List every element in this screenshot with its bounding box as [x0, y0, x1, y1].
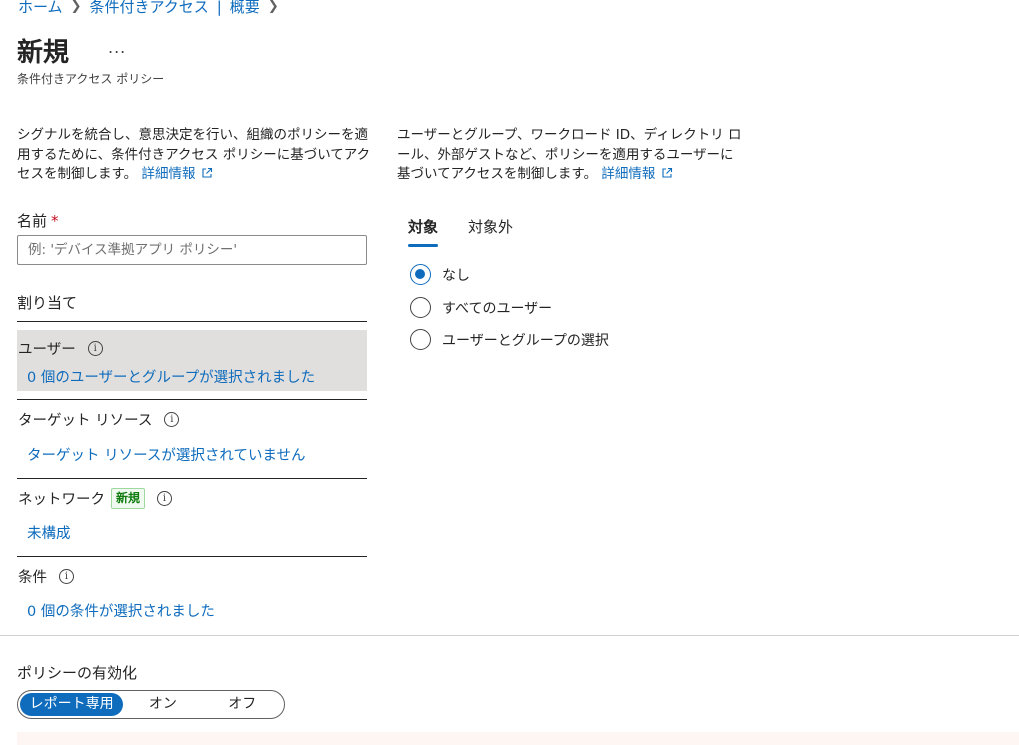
- breadcrumb-pipe: |: [216, 0, 222, 16]
- users-section-header: ユーザー i: [18, 338, 103, 359]
- tab-include[interactable]: 対象: [408, 216, 439, 247]
- external-link-icon[interactable]: [201, 167, 213, 179]
- more-options-icon[interactable]: ...: [108, 38, 126, 57]
- name-label: 名前 *: [17, 210, 59, 231]
- assignments-heading: 割り当て: [17, 294, 78, 312]
- users-description: ユーザーとグループ、ワークロード ID、ディレクトリ ロール、外部ゲストなど、ポ…: [397, 126, 747, 185]
- learn-more-link[interactable]: 詳細情報: [141, 166, 195, 182]
- toggle-report-only[interactable]: レポート専用: [20, 693, 124, 716]
- divider: [17, 556, 367, 557]
- target-resources-section[interactable]: ターゲット リソース i ターゲット リソースが選択されていません: [17, 401, 367, 471]
- network-header: ネットワーク 新規 i: [18, 488, 173, 509]
- conditions-header: 条件 i: [18, 566, 74, 587]
- policy-description: シグナルを統合し、意思決定を行い、組織のポリシーを適用するために、条件付きアクセ…: [17, 126, 372, 185]
- external-link-icon[interactable]: [661, 167, 673, 179]
- network-summary-link[interactable]: 未構成: [27, 522, 71, 543]
- radio-label: ユーザーとグループの選択: [442, 332, 609, 349]
- target-resources-summary-link[interactable]: ターゲット リソースが選択されていません: [27, 444, 306, 465]
- conditions-section[interactable]: 条件 i 0 個の条件が選択されました: [17, 558, 367, 628]
- users-learn-more-link[interactable]: 詳細情報: [601, 166, 655, 182]
- info-icon[interactable]: i: [59, 569, 74, 584]
- radio-label: なし: [442, 267, 470, 284]
- info-icon[interactable]: i: [164, 412, 180, 427]
- name-label-text: 名前: [17, 212, 48, 230]
- divider: [17, 321, 367, 322]
- network-section[interactable]: ネットワーク 新規 i 未構成: [17, 480, 367, 550]
- radio-option-select-users[interactable]: ユーザーとグループの選択: [410, 329, 609, 350]
- tab-exclude[interactable]: 対象外: [468, 216, 513, 247]
- target-resources-header: ターゲット リソース i: [18, 409, 180, 430]
- target-resources-label: ターゲット リソース: [18, 413, 153, 429]
- breadcrumb-home[interactable]: ホーム: [18, 0, 63, 17]
- conditions-summary-link[interactable]: 0 個の条件が選択されました: [27, 600, 215, 621]
- new-badge: 新規: [111, 488, 146, 509]
- policy-name-input[interactable]: [17, 235, 367, 265]
- toggle-off[interactable]: オフ: [203, 693, 282, 716]
- chevron-right-icon: ❯: [70, 0, 82, 14]
- breadcrumb-parent[interactable]: 条件付きアクセス: [89, 0, 208, 17]
- radio-button-checked[interactable]: [410, 264, 431, 285]
- required-mark: *: [51, 212, 59, 230]
- users-section[interactable]: ユーザー i 0 個のユーザーとグループが選択されました: [17, 330, 367, 391]
- divider: [17, 399, 367, 400]
- radio-button[interactable]: [410, 297, 431, 318]
- toggle-on[interactable]: オン: [123, 693, 202, 716]
- chevron-right-icon: ❯: [267, 0, 279, 14]
- users-label: ユーザー: [18, 342, 76, 358]
- page-title: 新規: [17, 38, 70, 68]
- warning-banner: [17, 732, 1019, 745]
- enable-policy-label: ポリシーの有効化: [17, 664, 138, 682]
- radio-option-all-users[interactable]: すべてのユーザー: [410, 297, 552, 318]
- info-icon[interactable]: i: [87, 341, 103, 356]
- page-subtitle: 条件付きアクセス ポリシー: [17, 72, 165, 86]
- enable-policy-toggle: レポート専用 オン オフ: [17, 690, 285, 719]
- radio-option-none[interactable]: なし: [410, 264, 470, 285]
- breadcrumb-current[interactable]: 概要: [230, 0, 260, 17]
- include-exclude-tabs: 対象 対象外: [408, 216, 513, 247]
- network-label: ネットワーク: [18, 492, 105, 508]
- info-icon[interactable]: i: [157, 491, 173, 506]
- radio-label: すべてのユーザー: [442, 300, 553, 317]
- section-divider: [0, 635, 1019, 636]
- divider: [17, 478, 367, 479]
- users-summary-link[interactable]: 0 個のユーザーとグループが選択されました: [27, 366, 315, 387]
- radio-button[interactable]: [410, 329, 431, 350]
- conditions-label: 条件: [18, 570, 47, 586]
- users-description-text: ユーザーとグループ、ワークロード ID、ディレクトリ ロール、外部ゲストなど、ポ…: [397, 127, 742, 182]
- breadcrumb: ホーム ❯ 条件付きアクセス | 概要 ❯: [18, 0, 287, 17]
